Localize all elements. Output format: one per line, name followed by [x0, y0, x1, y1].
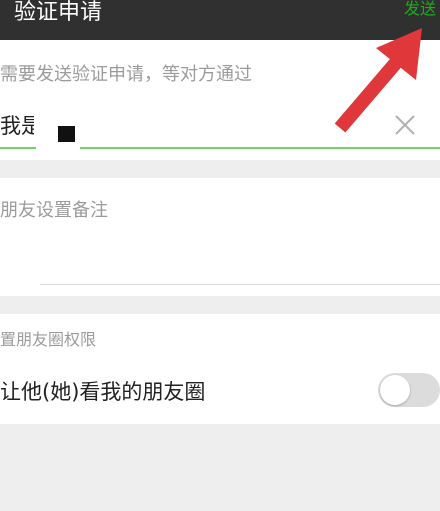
- close-icon[interactable]: [392, 112, 418, 138]
- top-bar: 验证申请 发送: [0, 0, 440, 40]
- moments-hint: 置朋友圈权限: [0, 330, 97, 349]
- remark-input[interactable]: [0, 248, 440, 284]
- input-underline: [80, 147, 440, 149]
- remark-underline: [40, 284, 440, 285]
- remark-hint: 朋友设置备注: [0, 200, 108, 221]
- moments-visibility-label: 让他(她)看我的朋友圈: [0, 380, 206, 404]
- remark-section: 朋友设置备注: [0, 178, 440, 296]
- moments-permission-section: 置朋友圈权限 让他(她)看我的朋友圈: [0, 314, 440, 424]
- input-underline: [0, 147, 36, 149]
- text-cursor: [58, 126, 75, 142]
- verification-message-input[interactable]: 我是i: [0, 113, 34, 139]
- page-title: 验证申请: [14, 0, 103, 25]
- verification-message-section: 需要发送验证申请，等对方通过 我是i: [0, 40, 440, 160]
- send-button[interactable]: 发送: [404, 0, 436, 21]
- verification-hint: 需要发送验证申请，等对方通过: [0, 64, 252, 85]
- toggle-knob: [380, 375, 410, 405]
- moments-visibility-toggle[interactable]: [378, 373, 440, 407]
